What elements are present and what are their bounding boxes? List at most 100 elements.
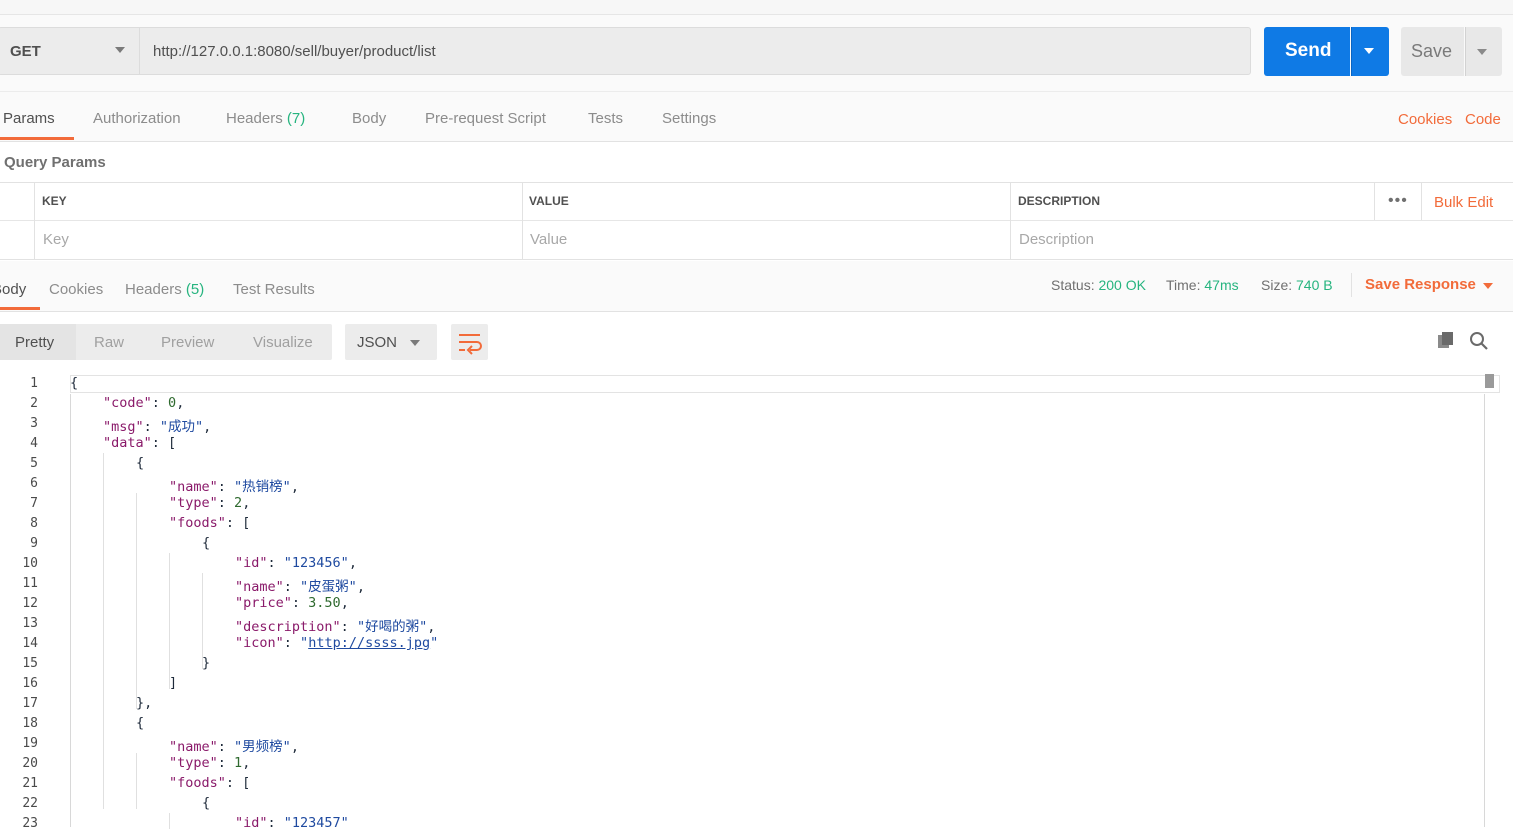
wrap-lines-button[interactable] bbox=[451, 324, 488, 360]
code-line: "description": "好喝的粥", bbox=[235, 615, 435, 635]
code-token: : bbox=[217, 755, 235, 771]
code-token: : [ bbox=[225, 775, 251, 791]
code-line: "foods": [ bbox=[169, 775, 250, 791]
raw-button[interactable]: Raw bbox=[94, 334, 124, 351]
preview-button[interactable]: Preview bbox=[161, 334, 214, 351]
code-token: "name" bbox=[169, 739, 218, 755]
line-number: 17 bbox=[22, 696, 38, 711]
code-line: "data": [ bbox=[103, 435, 176, 451]
code-token: : bbox=[143, 419, 160, 435]
visualize-button[interactable]: Visualize bbox=[253, 334, 313, 351]
key-input[interactable]: Key bbox=[43, 231, 69, 248]
code-token: { bbox=[136, 715, 145, 731]
code-token: : bbox=[217, 479, 235, 495]
indent-guide bbox=[169, 553, 170, 689]
code-token: "好喝的粥" bbox=[356, 619, 428, 635]
code-token: : bbox=[217, 739, 235, 755]
line-number: 19 bbox=[22, 736, 38, 751]
line-number: 13 bbox=[22, 616, 38, 631]
code-token: }, bbox=[136, 695, 153, 711]
copy-icon[interactable] bbox=[1437, 331, 1455, 349]
code-token: "type" bbox=[169, 755, 218, 771]
code-line: { bbox=[202, 795, 210, 811]
line-number: 11 bbox=[22, 576, 38, 591]
code-line: { bbox=[136, 715, 144, 731]
tab-authorization[interactable]: Authorization bbox=[93, 110, 181, 127]
code-line: { bbox=[136, 455, 144, 471]
line-number: 1 bbox=[30, 376, 38, 391]
tab-settings[interactable]: Settings bbox=[662, 110, 716, 127]
tab-headers[interactable]: Headers (7) bbox=[226, 110, 305, 127]
save-response-button[interactable]: Save Response bbox=[1365, 276, 1476, 293]
line-number: 15 bbox=[22, 656, 38, 671]
value-input[interactable]: Value bbox=[530, 231, 567, 248]
url-text: http://127.0.0.1:8080/sell/buyer/product… bbox=[153, 43, 436, 60]
line-number: 21 bbox=[22, 776, 38, 791]
current-line-highlight bbox=[70, 375, 1500, 393]
window-top-strip bbox=[0, 0, 1513, 15]
code-token: , bbox=[427, 619, 436, 635]
params-column-divider bbox=[522, 183, 523, 259]
code-token: , bbox=[290, 739, 299, 755]
line-number: 16 bbox=[22, 676, 38, 691]
response-tab-test-results[interactable]: Test Results bbox=[233, 281, 315, 298]
search-icon[interactable] bbox=[1469, 331, 1489, 351]
save-caret-icon bbox=[1477, 49, 1487, 55]
pretty-button[interactable]: Pretty bbox=[15, 334, 54, 351]
code-token: : bbox=[283, 635, 301, 651]
code-token: : bbox=[267, 815, 284, 831]
code-line: "price": 3.50, bbox=[235, 595, 349, 611]
code-line: "type": 2, bbox=[169, 495, 250, 511]
params-column-divider bbox=[1010, 183, 1011, 259]
tab-tests[interactable]: Tests bbox=[588, 110, 623, 127]
code-line: "code": 0, bbox=[103, 395, 184, 411]
code-link[interactable]: http://ssss.jpg bbox=[308, 635, 430, 651]
tab-pre-request-script[interactable]: Pre-request Script bbox=[425, 110, 546, 127]
code-token: , bbox=[176, 395, 185, 411]
indent-guide bbox=[136, 493, 137, 709]
line-number: 4 bbox=[30, 436, 38, 451]
code-token: "code" bbox=[103, 395, 152, 411]
more-options-icon[interactable]: ••• bbox=[1388, 192, 1408, 210]
line-number: 18 bbox=[22, 716, 38, 731]
code-token: , bbox=[340, 595, 349, 611]
tab-params[interactable]: Params bbox=[3, 110, 55, 127]
editor-scrollbar[interactable] bbox=[1485, 374, 1494, 388]
bulk-edit-link[interactable]: Bulk Edit bbox=[1434, 194, 1493, 211]
code-token: : bbox=[340, 619, 357, 635]
code-line: { bbox=[70, 375, 78, 391]
tab-body[interactable]: Body bbox=[352, 110, 386, 127]
response-tab-headers[interactable]: Headers (5) bbox=[125, 281, 204, 298]
header-value: VALUE bbox=[529, 194, 569, 208]
cookies-link[interactable]: Cookies bbox=[1398, 111, 1452, 128]
line-number: 8 bbox=[30, 516, 38, 531]
code-token: , bbox=[242, 495, 251, 511]
code-token: : bbox=[217, 495, 235, 511]
indent-guide bbox=[136, 753, 137, 809]
code-token: : bbox=[267, 555, 284, 571]
code-line: } bbox=[202, 655, 210, 671]
editor-gutter-guide bbox=[70, 394, 71, 827]
response-tab-cookies[interactable]: Cookies bbox=[49, 281, 103, 298]
code-line: "id": "123457" bbox=[235, 815, 349, 831]
params-column-divider bbox=[1374, 183, 1375, 220]
code-token: { bbox=[202, 535, 211, 551]
description-input[interactable]: Description bbox=[1019, 231, 1094, 248]
response-tab-body[interactable]: Body bbox=[0, 281, 26, 298]
line-number: 5 bbox=[30, 456, 38, 471]
code-token: "description" bbox=[235, 619, 341, 635]
wrap-lines-icon bbox=[459, 334, 482, 355]
save-button-label: Save bbox=[1411, 41, 1453, 61]
format-label: JSON bbox=[357, 334, 398, 351]
code-token: "id" bbox=[235, 555, 268, 571]
code-link[interactable]: Code bbox=[1465, 111, 1501, 128]
save-response-caret-icon[interactable] bbox=[1483, 283, 1493, 289]
code-token: "data" bbox=[103, 435, 152, 451]
code-token: "皮蛋粥" bbox=[300, 579, 357, 595]
code-token: 1 bbox=[234, 755, 243, 771]
params-column-divider bbox=[1421, 183, 1422, 220]
method-caret-icon bbox=[115, 47, 125, 53]
code-token: "foods" bbox=[169, 775, 226, 791]
indent-guide bbox=[103, 453, 104, 809]
line-number: 2 bbox=[30, 396, 38, 411]
